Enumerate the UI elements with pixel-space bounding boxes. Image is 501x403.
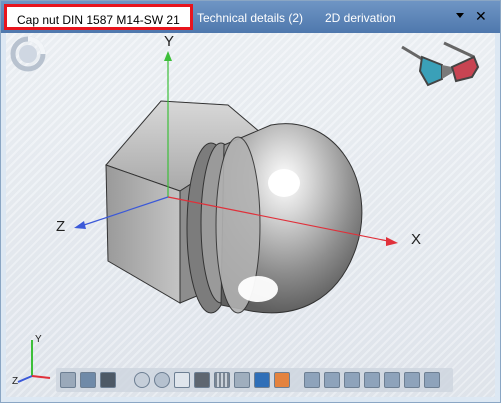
zoom-icon[interactable] [134,372,150,388]
grid-view-icon[interactable] [194,372,210,388]
section-icon[interactable] [234,372,250,388]
mini-z-label: Z [12,376,18,387]
y-axis-arrow [164,51,172,61]
tab-bar: Cap nut DIN 1587 M14-SW 21 Technical det… [1,1,500,33]
view-cylinder-dark-icon[interactable] [80,372,96,388]
3d-viewport[interactable]: Y X Z [6,33,495,397]
view-back-icon[interactable] [324,372,340,388]
x-axis-label: X [411,231,422,248]
tab-2d-derivation[interactable]: 2D derivation [325,8,396,28]
view-iso-icon[interactable] [424,372,440,388]
tab-cap-nut[interactable]: Cap nut DIN 1587 M14-SW 21 [4,4,193,30]
view-cylinder-icon[interactable] [60,372,76,388]
mesh-view-icon[interactable] [214,372,230,388]
view-front-icon[interactable] [304,372,320,388]
chevron-down-icon[interactable] [456,13,464,18]
view-box-icon[interactable] [100,372,116,388]
cap-nut-model [74,51,398,314]
x-axis-arrow [386,237,398,246]
viewer-window: Cap nut DIN 1587 M14-SW 21 Technical det… [0,0,501,403]
tab-technical-details[interactable]: Technical details (2) [197,8,303,28]
zoom-window-icon[interactable] [154,372,170,388]
z-axis-arrow [74,221,86,229]
dome-cap [215,123,363,314]
z-axis-label: Z [56,218,66,235]
view-top-icon[interactable] [384,372,400,388]
close-icon[interactable]: ✕ [475,7,487,25]
orientation-triad: Y Z [12,334,51,387]
mini-y-label: Y [35,334,42,345]
rotate-icon[interactable] [174,372,190,388]
color-icon[interactable] [254,372,270,388]
view-right-icon[interactable] [364,372,380,388]
box-dark-icon[interactable] [274,372,290,388]
view-bottom-icon[interactable] [404,372,420,388]
y-axis-label: Y [164,33,175,50]
view-toolbar [56,368,453,392]
view-left-icon[interactable] [344,372,360,388]
